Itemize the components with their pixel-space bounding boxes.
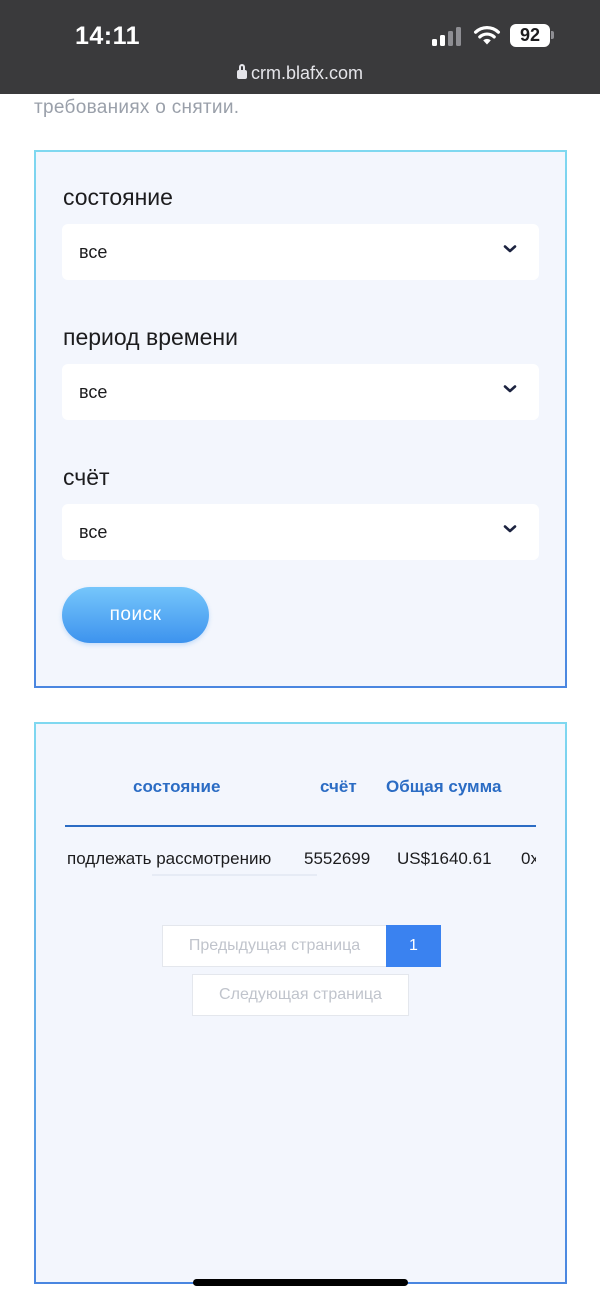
- period-filter-label: период времени: [63, 324, 238, 350]
- battery-level: 92: [510, 24, 550, 47]
- column-header-total-amount[interactable]: Общая сумма: [386, 777, 501, 797]
- lock-icon: [236, 64, 247, 79]
- row-divider: [152, 874, 317, 876]
- period-select[interactable]: все: [62, 364, 539, 420]
- status-select-value: все: [79, 242, 108, 262]
- battery-icon: [551, 31, 554, 39]
- intro-text: требованиях о снятии.: [34, 97, 240, 118]
- prev-page-button[interactable]: Предыдущая страница: [162, 925, 387, 967]
- column-header-account[interactable]: счёт: [320, 777, 357, 797]
- url-text: crm.blafx.com: [250, 63, 364, 83]
- status-time: 14:11: [75, 22, 141, 50]
- account-select-value: все: [79, 522, 108, 542]
- results-table[interactable]: состояние счёт Общая сумма подлежать рас…: [36, 724, 536, 924]
- page-number-button[interactable]: 1: [386, 925, 441, 967]
- wifi-icon: [474, 26, 500, 45]
- address-bar[interactable]: crm.blafx.com: [0, 63, 600, 84]
- search-button[interactable]: поиск: [62, 587, 209, 643]
- status-select[interactable]: все: [62, 224, 539, 280]
- table-cell-status: подлежать рассмотрению: [67, 849, 272, 868]
- account-filter-label: счёт: [63, 464, 110, 490]
- filter-panel: состояние все период времени все счёт вс…: [34, 150, 567, 688]
- chevron-down-icon: [503, 525, 517, 533]
- table-cell-amount: US$1640.61: [397, 849, 492, 868]
- chevron-down-icon: [503, 385, 517, 393]
- next-page-button[interactable]: Следующая страница: [192, 974, 409, 1016]
- table-header-divider: [65, 825, 536, 827]
- table-cell-overflow: 0x: [521, 849, 536, 868]
- column-header-status[interactable]: состояние: [133, 777, 220, 797]
- account-select[interactable]: все: [62, 504, 539, 560]
- cellular-signal-icon: [432, 26, 462, 46]
- table-cell-account: 5552699: [304, 849, 371, 868]
- chevron-down-icon: [503, 245, 517, 253]
- status-bar: 14:11 92 crm.blafx.com: [0, 0, 600, 94]
- home-indicator: [193, 1279, 408, 1286]
- period-select-value: все: [79, 382, 108, 402]
- status-filter-label: состояние: [63, 184, 173, 210]
- results-panel: состояние счёт Общая сумма подлежать рас…: [34, 722, 567, 1284]
